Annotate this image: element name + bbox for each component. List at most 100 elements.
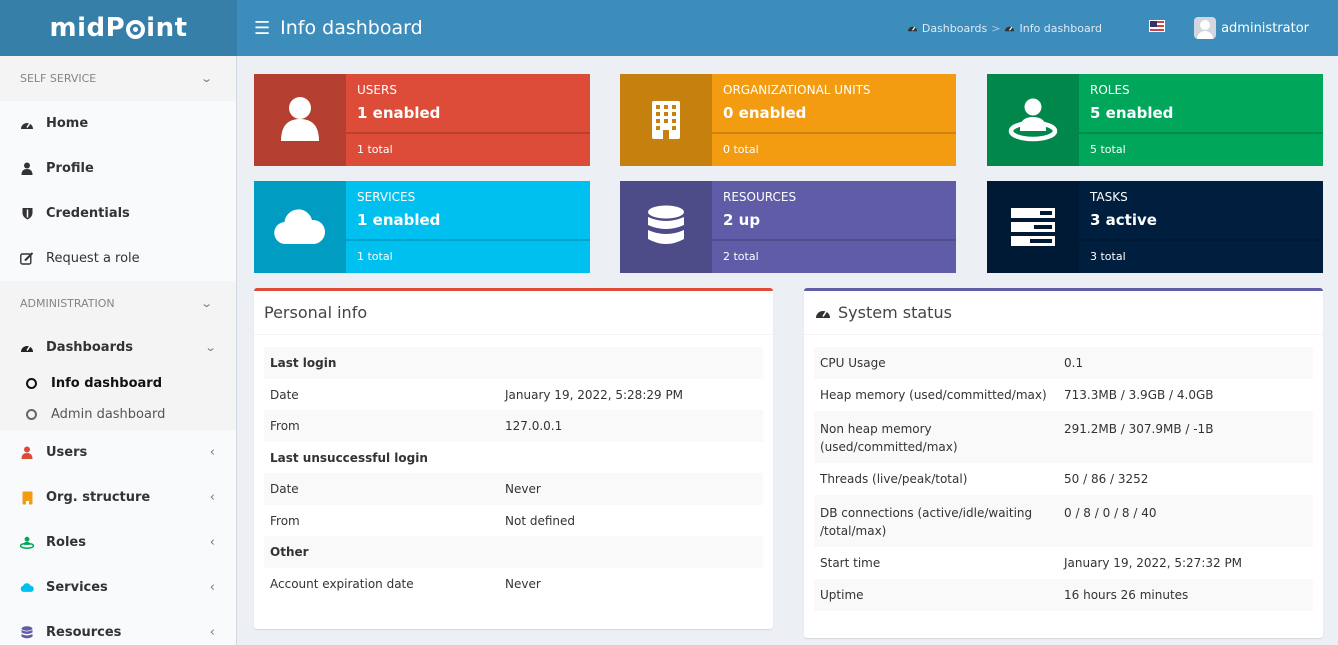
table-row: Date Never	[264, 473, 763, 505]
table-row: Heap memory (used/committed/max) 713.3MB …	[814, 379, 1313, 411]
tile-footer: 3 total	[1090, 250, 1126, 263]
database-icon	[20, 625, 34, 640]
sidebar-subitem-label: Info dashboard	[51, 376, 163, 391]
row-label: Date	[270, 482, 299, 496]
section-label: SELF SERVICE	[20, 72, 97, 85]
row-value: January 19, 2022, 5:28:29 PM	[505, 387, 684, 402]
sidebar-item-home[interactable]: Home	[0, 101, 236, 146]
row-value: 0.1	[1064, 356, 1084, 370]
sidebar-item-label: Request a role	[46, 251, 140, 266]
tile-value: 1 enabled	[357, 211, 441, 229]
tile-footer: 2 total	[723, 250, 759, 263]
row-value: January 19, 2022, 5:27:32 PM	[1064, 556, 1243, 570]
circle-icon	[26, 378, 37, 389]
chevron-down-icon: ⌄	[204, 340, 217, 354]
language-flag-icon[interactable]	[1149, 20, 1165, 32]
page-title: Info dashboard	[280, 17, 423, 39]
tile-resources[interactable]: RESOURCES 2 up 2 total	[620, 181, 956, 273]
personal-info-box: Personal info Last login Date January 19,…	[254, 288, 773, 629]
tile-organizational-units[interactable]: ORGANIZATIONAL UNITS 0 enabled 0 total	[620, 74, 956, 166]
tile-title: ORGANIZATIONAL UNITS	[723, 83, 871, 97]
tile-value: 1 enabled	[357, 104, 441, 122]
row-label: Account expiration date	[270, 577, 414, 591]
tile-footer: 5 total	[1090, 143, 1126, 156]
row-label: Non heap memory (used/committed/max)	[820, 422, 958, 454]
tile-footer: 1 total	[357, 250, 393, 263]
tile-divider	[346, 132, 590, 134]
dashboard-icon	[907, 26, 917, 31]
row-value: 16 hours 26 minutes	[1064, 588, 1189, 602]
tile-title: RESOURCES	[723, 190, 797, 204]
tile-icon-box	[620, 181, 712, 273]
row-value: 0 / 8 / 0 / 8 / 40	[1064, 506, 1157, 520]
tile-tasks[interactable]: TASKS 3 active 3 total	[987, 181, 1323, 273]
tile-content: SERVICES 1 enabled 1 total	[346, 181, 590, 273]
tasks-icon	[1011, 208, 1055, 246]
tile-title: TASKS	[1090, 190, 1128, 204]
sidebar-item-users[interactable]: Users ‹	[0, 430, 236, 475]
sidebar-item-profile[interactable]: Profile	[0, 146, 236, 191]
user-icon	[281, 97, 319, 141]
breadcrumb-dashboards[interactable]: Dashboards	[922, 22, 987, 35]
chevron-down-icon: ⌄	[199, 297, 213, 310]
sidebar-subitem-admin-dashboard[interactable]: Admin dashboard	[0, 399, 236, 430]
midpoint-logo[interactable]: midP int	[0, 0, 237, 56]
tile-icon-box	[620, 74, 712, 166]
cloud-icon	[274, 209, 326, 245]
row-label: Threads (live/peak/total)	[820, 472, 968, 486]
dashboard-icon	[1005, 26, 1015, 31]
sidebar-item-roles[interactable]: Roles ‹	[0, 520, 236, 565]
sidebar-item-label: Home	[46, 116, 89, 131]
sidebar: SELF SERVICE ⌄ Home Profile Credentials …	[0, 56, 237, 645]
sidebar-subitem-info-dashboard[interactable]: Info dashboard	[0, 368, 236, 399]
table-row: Last unsuccessful login	[264, 442, 763, 473]
breadcrumb: Dashboards > Info dashboard	[907, 0, 1102, 56]
sidebar-item-label: Profile	[46, 161, 94, 176]
table-row: Start time January 19, 2022, 5:27:32 PM	[814, 547, 1313, 579]
row-label: Other	[270, 545, 309, 559]
chevron-left-icon: ‹	[209, 535, 215, 550]
sidebar-item-label: Users	[46, 445, 88, 460]
menu-toggle-icon[interactable]: ☰	[254, 18, 270, 39]
dashboard-icon	[20, 340, 34, 354]
tile-value: 3 active	[1090, 211, 1157, 229]
user-icon	[20, 162, 34, 176]
table-row: Threads (live/peak/total) 50 / 86 / 3252	[814, 463, 1313, 495]
sidebar-item-label: Services	[46, 580, 108, 595]
row-label: DB connections (active/idle/waiting /tot…	[820, 506, 1033, 538]
sidebar-section-self-service[interactable]: SELF SERVICE ⌄	[0, 56, 236, 101]
tile-content: RESOURCES 2 up 2 total	[712, 181, 956, 273]
table-row: Other	[264, 536, 763, 568]
row-label: Last login	[270, 356, 337, 370]
role-icon	[20, 536, 34, 550]
tile-value: 0 enabled	[723, 104, 807, 122]
tile-footer: 1 total	[357, 143, 393, 156]
table-row: DB connections (active/idle/waiting /tot…	[814, 495, 1313, 547]
chevron-left-icon: ‹	[209, 445, 215, 460]
tile-footer: 0 total	[723, 143, 759, 156]
tile-users[interactable]: USERS 1 enabled 1 total	[254, 74, 590, 166]
user-menu-name[interactable]: administrator	[1221, 0, 1309, 56]
table-row: Uptime 16 hours 26 minutes	[814, 579, 1313, 611]
sidebar-item-dashboards[interactable]: Dashboards ⌄	[0, 326, 236, 368]
tile-content: USERS 1 enabled 1 total	[346, 74, 590, 166]
sidebar-item-services[interactable]: Services ‹	[0, 565, 236, 610]
top-header: midP int ☰ Info dashboard	[0, 0, 1338, 56]
sidebar-item-request-role[interactable]: Request a role	[0, 236, 236, 281]
sidebar-item-label: Org. structure	[46, 490, 151, 505]
chevron-left-icon: ‹	[209, 580, 215, 595]
sidebar-item-credentials[interactable]: Credentials	[0, 191, 236, 236]
role-icon	[1008, 98, 1058, 142]
tile-title: SERVICES	[357, 190, 416, 204]
table-row: CPU Usage 0.1	[814, 347, 1313, 379]
tile-services[interactable]: SERVICES 1 enabled 1 total	[254, 181, 590, 273]
dashboard-icon	[816, 310, 830, 318]
user-avatar[interactable]	[1194, 17, 1216, 39]
tile-roles[interactable]: ROLES 5 enabled 5 total	[987, 74, 1323, 166]
sidebar-section-administration[interactable]: ADMINISTRATION ⌄	[0, 281, 236, 326]
box-title: System status	[838, 303, 952, 322]
sidebar-item-resources[interactable]: Resources ‹	[0, 610, 236, 645]
sidebar-item-org-structure[interactable]: Org. structure ‹	[0, 475, 236, 520]
tile-value: 5 enabled	[1090, 104, 1174, 122]
row-label: Heap memory (used/committed/max)	[820, 388, 1047, 402]
